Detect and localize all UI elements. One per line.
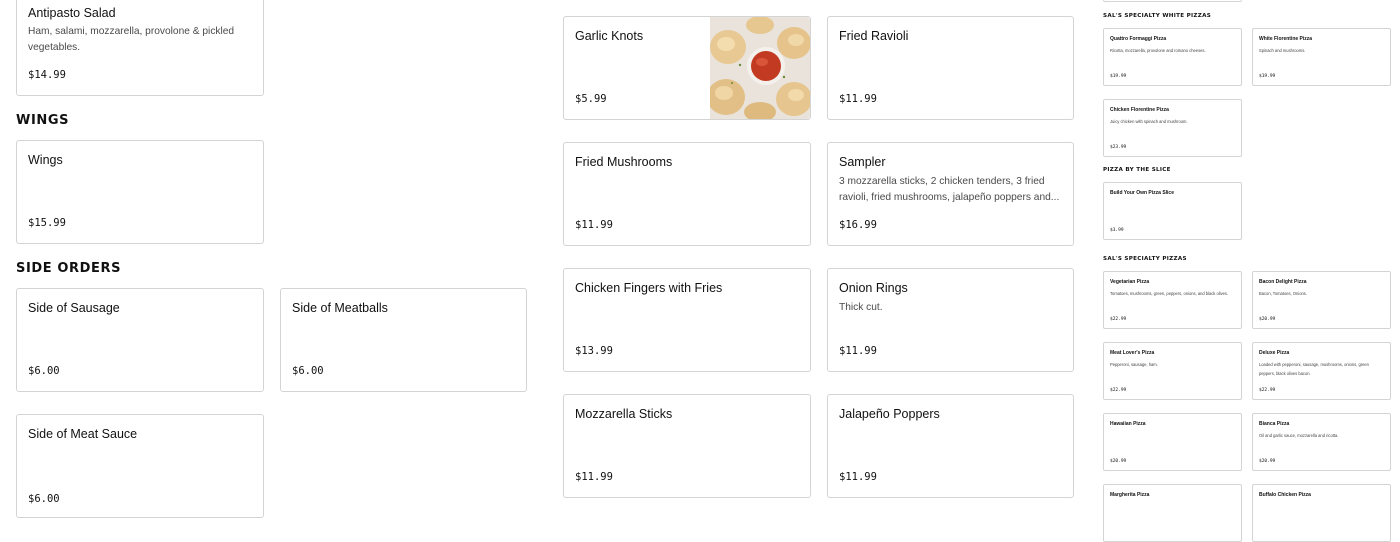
- menu-item-build-your-own-slice[interactable]: Build Your Own Pizza Slice $3.99: [1103, 182, 1242, 240]
- item-description: Ricotta, mozzarella, provolone and roman…: [1110, 48, 1206, 53]
- item-description: Bacon, Tomatoes, Onions.: [1259, 291, 1307, 296]
- item-price: $13.99: [575, 345, 613, 357]
- menu-item-side-of-sausage[interactable]: Side of Sausage $6.00: [16, 288, 264, 392]
- item-name: Chicken Florentine Pizza: [1110, 107, 1169, 113]
- item-description: Oil and garlic sauce, mozzarella and ric…: [1259, 433, 1339, 438]
- menu-item-jalapeno-poppers[interactable]: Jalapeño Poppers $11.99: [827, 394, 1074, 498]
- menu-item-top-partial[interactable]: [1103, 0, 1242, 2]
- item-price: $6.00: [28, 493, 60, 505]
- item-name: Buffalo Chicken Pizza: [1259, 492, 1311, 498]
- menu-item-wings[interactable]: Wings $15.99: [16, 140, 264, 244]
- item-name: Fried Mushrooms: [575, 155, 673, 169]
- menu-item-white-florentine[interactable]: White Florentine Pizza Spinach and mushr…: [1252, 28, 1391, 86]
- menu-item-fried-ravioli[interactable]: Fried Ravioli $11.99: [827, 16, 1074, 120]
- item-price: $23.99: [1110, 145, 1127, 150]
- item-name: Fried Ravioli: [839, 29, 909, 43]
- section-heading-pizza-by-the-slice: PIZZA BY THE SLICE: [1103, 167, 1171, 173]
- menu-item-quattro-formaggi[interactable]: Quattro Formaggi Pizza Ricotta, mozzarel…: [1103, 28, 1242, 86]
- item-name: Margherita Pizza: [1110, 492, 1150, 498]
- item-price: $11.99: [575, 219, 613, 231]
- item-name: Onion Rings: [839, 281, 908, 295]
- item-name: Side of Meatballs: [292, 301, 388, 315]
- item-name: Build Your Own Pizza Slice: [1110, 190, 1174, 196]
- item-name: Bacon Delight Pizza: [1259, 279, 1307, 285]
- item-name: Side of Meat Sauce: [28, 427, 138, 441]
- item-price: $22.99: [1110, 388, 1127, 393]
- item-name: Quattro Formaggi Pizza: [1110, 36, 1167, 42]
- item-price: $11.99: [839, 93, 877, 105]
- menu-item-bacon-delight-pizza[interactable]: Bacon Delight Pizza Bacon, Tomatoes, Oni…: [1252, 271, 1391, 329]
- item-name: Chicken Fingers with Fries: [575, 281, 723, 295]
- menu-item-vegetarian-pizza[interactable]: Vegetarian Pizza Tomatoes, mushrooms, gr…: [1103, 271, 1242, 329]
- item-price: $11.99: [839, 471, 877, 483]
- section-heading-side-orders: SIDE ORDERS: [16, 261, 122, 276]
- item-name: Sampler: [839, 155, 886, 169]
- item-name: Wings: [28, 153, 63, 167]
- item-description: Loaded with pepperoni, sausage, mushroom…: [1259, 362, 1369, 376]
- item-description: Spinach and mushrooms.: [1259, 48, 1306, 53]
- item-price: $16.99: [839, 219, 877, 231]
- menu-item-fried-mushrooms[interactable]: Fried Mushrooms $11.99: [563, 142, 811, 246]
- item-price: $11.99: [839, 345, 877, 357]
- item-name: Garlic Knots: [575, 29, 644, 43]
- menu-item-antipasto-salad[interactable]: Antipasto Salad Ham, salami, mozzarella,…: [16, 0, 264, 96]
- menu-item-bianca-pizza[interactable]: Bianca Pizza Oil and garlic sauce, mozza…: [1252, 413, 1391, 471]
- item-description: Ham, salami, mozzarella, provolone & pic…: [28, 26, 235, 53]
- item-description: Pepperoni, sausage, ham.: [1110, 362, 1158, 367]
- item-name: Mozzarella Sticks: [575, 407, 673, 421]
- menu-item-chicken-fingers-with-fries[interactable]: Chicken Fingers with Fries $13.99: [563, 268, 811, 372]
- item-description: Juicy chicken with spinach and mushroom.: [1110, 119, 1188, 124]
- item-price: $6.00: [28, 365, 60, 377]
- menu-item-garlic-knots[interactable]: Garlic Knots $5.99: [563, 16, 811, 120]
- item-description: Tomatoes, mushrooms, green, peppers, oni…: [1110, 291, 1229, 296]
- item-price: $6.00: [292, 365, 324, 377]
- item-price: $20.99: [1259, 317, 1276, 322]
- item-price: $15.99: [28, 217, 66, 229]
- item-price: $11.99: [575, 471, 613, 483]
- item-name: Deluxe Pizza: [1259, 350, 1290, 356]
- item-name: Vegetarian Pizza: [1110, 279, 1150, 285]
- item-name: White Florentine Pizza: [1259, 36, 1313, 42]
- item-price: $22.99: [1110, 317, 1127, 322]
- item-price: $5.99: [575, 93, 607, 105]
- section-heading-specialty-pizzas: SAL'S SPECIALTY PIZZAS: [1103, 256, 1187, 262]
- item-name: Bianca Pizza: [1259, 421, 1290, 427]
- item-price: $14.99: [28, 69, 66, 81]
- menu-item-chicken-florentine[interactable]: Chicken Florentine Pizza Juicy chicken w…: [1103, 99, 1242, 157]
- menu-item-side-of-meatballs[interactable]: Side of Meatballs $6.00: [280, 288, 527, 392]
- section-heading-specialty-white: SAL'S SPECIALTY WHITE PIZZAS: [1103, 13, 1212, 19]
- item-price: $19.99: [1259, 74, 1276, 79]
- menu-item-sampler[interactable]: Sampler 3 mozzarella sticks, 2 chicken t…: [827, 142, 1074, 246]
- menu-item-deluxe-pizza[interactable]: Deluxe Pizza Loaded with pepperoni, saus…: [1252, 342, 1391, 400]
- item-name: Hawaiian Pizza: [1110, 421, 1146, 427]
- menu-item-buffalo-chicken-pizza[interactable]: Buffalo Chicken Pizza: [1252, 484, 1391, 542]
- garlic-knots-photo: [710, 17, 810, 119]
- item-name: Meat Lover's Pizza: [1110, 350, 1155, 356]
- menu-item-side-of-meat-sauce[interactable]: Side of Meat Sauce $6.00: [16, 414, 264, 518]
- item-description: Thick cut.: [839, 302, 883, 313]
- item-name: Jalapeño Poppers: [839, 407, 940, 421]
- item-name: Antipasto Salad: [28, 6, 116, 20]
- item-name: Side of Sausage: [28, 301, 120, 315]
- item-price: $3.99: [1110, 228, 1124, 233]
- item-description: 3 mozzarella sticks, 2 chicken tenders, …: [839, 176, 1060, 203]
- item-price: $19.99: [1110, 74, 1127, 79]
- menu-item-meat-lovers-pizza[interactable]: Meat Lover's Pizza Pepperoni, sausage, h…: [1103, 342, 1242, 400]
- menu-item-onion-rings[interactable]: Onion Rings Thick cut. $11.99: [827, 268, 1074, 372]
- menu-item-mozzarella-sticks[interactable]: Mozzarella Sticks $11.99: [563, 394, 811, 498]
- item-price: $20.99: [1259, 459, 1276, 464]
- section-heading-wings: WINGS: [16, 113, 70, 128]
- menu-item-margherita-pizza[interactable]: Margherita Pizza: [1103, 484, 1242, 542]
- item-price: $20.99: [1110, 459, 1127, 464]
- item-price: $22.99: [1259, 388, 1276, 393]
- menu-item-hawaiian-pizza[interactable]: Hawaiian Pizza $20.99: [1103, 413, 1242, 471]
